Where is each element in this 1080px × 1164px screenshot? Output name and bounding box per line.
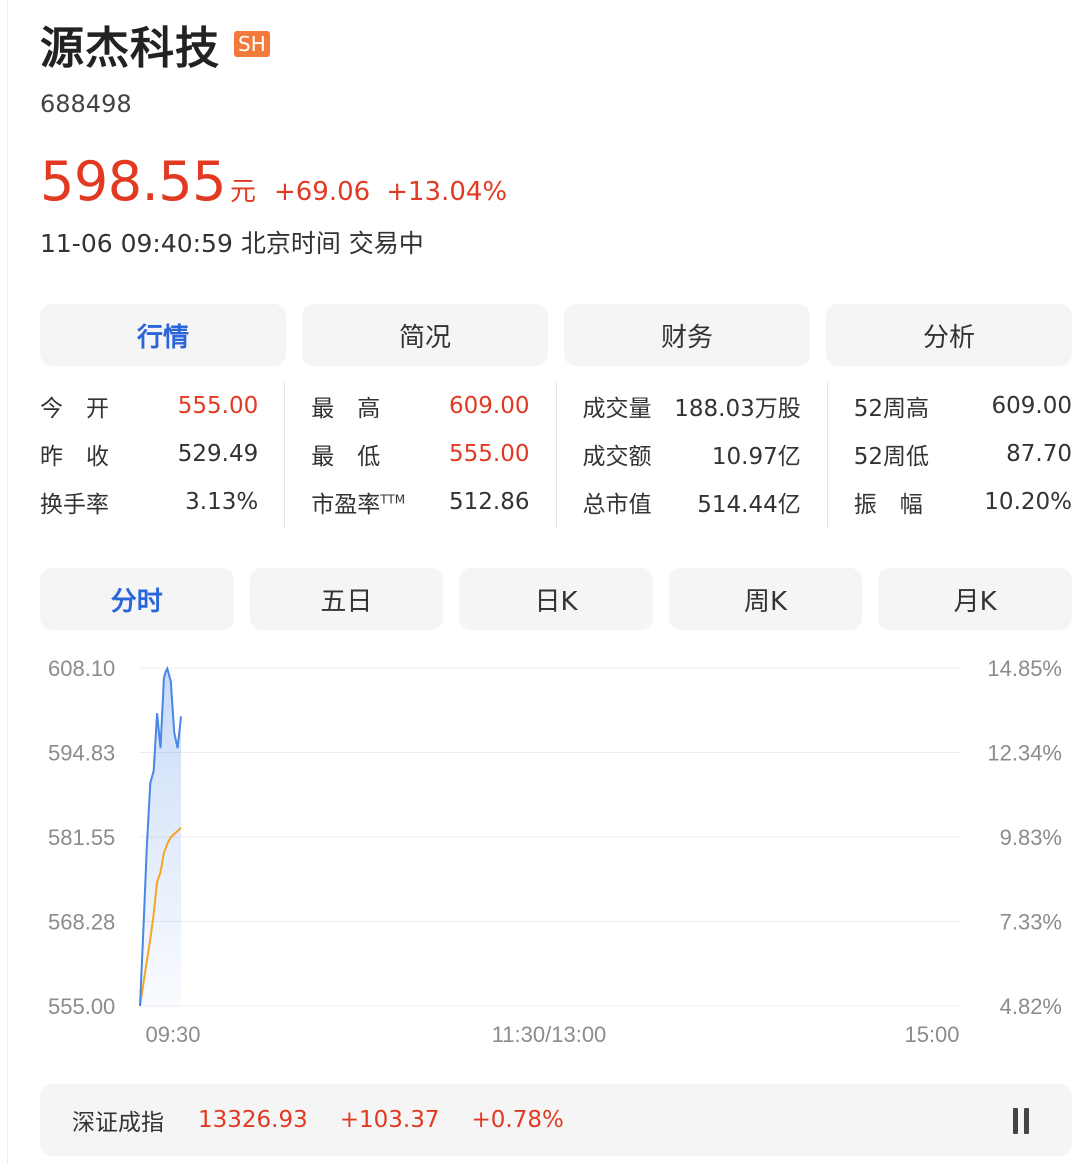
quote-value-turnover: 3.13% xyxy=(185,489,259,515)
title-row: 源杰科技 SH xyxy=(40,14,1040,74)
quote-label: 市盈率TTM xyxy=(311,485,405,519)
y-tick-label: 608.10 xyxy=(48,656,115,681)
quote-row-turnover: 换手率 3.13% xyxy=(40,478,258,526)
price-row: 598.55 元 +69.06 +13.04% xyxy=(40,150,507,213)
quote-row-52w-high: 52周高 609.00 xyxy=(854,382,1072,430)
quote-value-market-cap: 514.44亿 xyxy=(697,492,801,518)
index-ticker-bar[interactable]: 深证成指 13326.93 +103.37 +0.78% xyxy=(40,1084,1072,1156)
quote-row-market-cap: 总市值 514.44亿 xyxy=(583,478,801,526)
quote-row-volume: 成交量 188.03万股 xyxy=(583,382,801,430)
pe-label-suffix: TTM xyxy=(380,492,406,507)
price-unit: 元 xyxy=(229,177,256,207)
index-name: 深证成指 xyxy=(72,1110,164,1136)
stock-code: 688498 xyxy=(40,90,132,118)
quote-label: 最 高 xyxy=(311,396,381,422)
quote-row-open: 今 开 555.00 xyxy=(40,382,258,430)
index-change-percent: +0.78% xyxy=(471,1107,564,1133)
quote-value-volume: 188.03万股 xyxy=(674,396,801,422)
y-pct-tick-label: 7.33% xyxy=(1000,910,1062,935)
quote-label: 总市值 xyxy=(582,492,652,518)
quote-column-2: 最 高 609.00 最 低 555.00 市盈率TTM 512.86 xyxy=(284,382,555,528)
quote-row-high: 最 高 609.00 xyxy=(311,382,529,430)
stock-name: 源杰科技 xyxy=(40,23,220,74)
tab-quote[interactable]: 行情 xyxy=(40,304,286,366)
quote-value-pe: 512.86 xyxy=(449,489,530,515)
index-value: 13326.93 xyxy=(198,1107,308,1133)
tab-financials[interactable]: 财务 xyxy=(564,304,810,366)
y-pct-tick-label: 9.83% xyxy=(1000,825,1062,850)
quote-column-3: 成交量 188.03万股 成交额 10.97亿 总市值 514.44亿 xyxy=(555,382,827,528)
y-axis-percent-labels: 14.85% 12.34% 9.83% 7.33% 4.82% xyxy=(987,656,1062,1019)
quote-row-amount: 成交额 10.97亿 xyxy=(583,430,801,478)
quote-label: 昨 收 xyxy=(40,444,109,470)
x-tick-label: 15:00 xyxy=(904,1022,959,1047)
quote-grid: 今 开 555.00 昨 收 529.49 换手率 3.13% 最 高 609.… xyxy=(40,382,1072,528)
quote-value-amount: 10.97亿 xyxy=(711,444,801,470)
exchange-badge: SH xyxy=(234,31,270,57)
quote-row-52w-low: 52周低 87.70 xyxy=(854,430,1072,478)
quote-value-52w-high: 609.00 xyxy=(991,393,1072,419)
quote-value-52w-low: 87.70 xyxy=(1006,441,1072,467)
quote-row-amplitude: 振 幅 10.20% xyxy=(854,478,1072,526)
chart-period-tabs: 分时 五日 日K 周K 月K xyxy=(40,568,1072,630)
quote-label: 成交量 xyxy=(582,396,652,422)
quote-row-low: 最 低 555.00 xyxy=(311,430,529,478)
y-tick-label: 568.28 xyxy=(48,910,115,935)
quote-label: 52周高 xyxy=(853,396,930,422)
price-change: +69.06 xyxy=(273,177,371,207)
quote-label: 换手率 xyxy=(40,492,109,518)
trading-status: 11-06 09:40:59 北京时间 交易中 xyxy=(40,229,424,258)
quote-label: 成交额 xyxy=(582,444,652,470)
tab-weekly-k[interactable]: 周K xyxy=(668,568,863,630)
quote-value-amplitude: 10.20% xyxy=(984,489,1072,515)
tab-daily-k[interactable]: 日K xyxy=(459,568,653,630)
y-tick-label: 581.55 xyxy=(48,825,115,850)
pause-icon[interactable] xyxy=(1010,1108,1032,1134)
quote-label: 最 低 xyxy=(311,444,381,470)
quote-label: 振 幅 xyxy=(853,492,923,518)
tab-analysis[interactable]: 分析 xyxy=(826,304,1072,366)
chart-gridlines xyxy=(140,667,960,1007)
y-tick-label: 555.00 xyxy=(48,994,115,1019)
x-tick-label: 09:30 xyxy=(145,1022,200,1047)
tab-intraday[interactable]: 分时 xyxy=(40,568,234,630)
y-axis-price-labels: 608.10 594.83 581.55 568.28 555.00 xyxy=(48,656,115,1019)
y-pct-tick-label: 4.82% xyxy=(1000,994,1062,1019)
tab-profile[interactable]: 简况 xyxy=(302,304,548,366)
quote-row-pe: 市盈率TTM 512.86 xyxy=(311,478,529,526)
tab-monthly-k[interactable]: 月K xyxy=(878,568,1072,630)
index-change: +103.37 xyxy=(339,1107,440,1133)
quote-label: 今 开 xyxy=(40,396,109,422)
stock-header: 源杰科技 SH xyxy=(40,14,1040,74)
main-tabs: 行情 简况 财务 分析 xyxy=(40,304,1072,366)
quote-value-prev-close: 529.49 xyxy=(177,441,259,467)
quote-column-4: 52周高 609.00 52周低 87.70 振 幅 10.20% xyxy=(826,382,1072,528)
quote-value-open: 555.00 xyxy=(177,393,259,419)
quote-value-low: 555.00 xyxy=(449,441,530,467)
quote-row-prev-close: 昨 收 529.49 xyxy=(40,430,258,478)
intraday-chart[interactable]: 608.10 594.83 581.55 568.28 555.00 14.85% 12.… xyxy=(0,640,1080,1060)
quote-label: 52周低 xyxy=(853,444,930,470)
current-price: 598.55 xyxy=(40,150,226,213)
y-tick-label: 594.83 xyxy=(48,741,115,766)
pe-label-text: 市盈率 xyxy=(311,492,381,518)
tab-five-day[interactable]: 五日 xyxy=(249,568,444,630)
y-pct-tick-label: 12.34% xyxy=(987,741,1062,766)
y-pct-tick-label: 14.85% xyxy=(987,656,1062,681)
price-change-percent: +13.04% xyxy=(386,177,508,207)
x-axis-time-labels: 09:30 11:30/13:00 15:00 xyxy=(145,1022,959,1047)
x-tick-label: 11:30/13:00 xyxy=(492,1022,607,1047)
quote-column-1: 今 开 555.00 昨 收 529.49 换手率 3.13% xyxy=(40,382,284,528)
quote-value-high: 609.00 xyxy=(449,393,530,419)
